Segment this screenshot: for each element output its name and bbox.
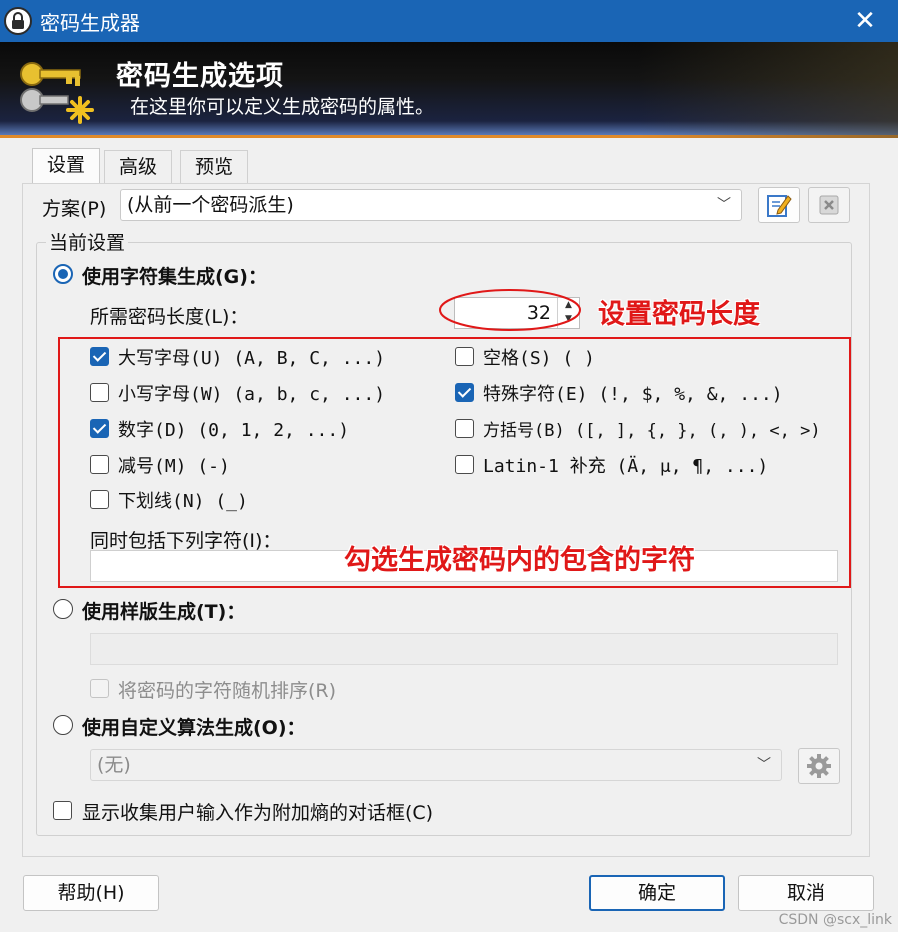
window-title: 密码生成器 — [40, 10, 140, 35]
chevron-down-icon: ﹀ — [717, 197, 731, 213]
entropy-checkbox[interactable] — [53, 801, 72, 820]
algorithm-settings-button[interactable] — [798, 748, 840, 784]
profile-label: 方案(P) — [42, 198, 107, 220]
chevron-down-icon: ﹀ — [757, 757, 771, 773]
tab-settings[interactable]: 设置 — [32, 148, 101, 184]
keys-icon — [18, 60, 96, 124]
profile-dropdown[interactable]: (从前一个密码派生) ﹀ — [120, 189, 742, 221]
banner-heading: 密码生成选项 — [116, 61, 284, 92]
title-bar: 密码生成器 ✕ — [0, 0, 898, 42]
help-button[interactable]: 帮助(H) — [23, 875, 159, 911]
banner-glow — [638, 42, 898, 138]
delete-icon — [819, 195, 839, 215]
permute-checkbox[interactable] — [90, 679, 109, 698]
banner-subtitle: 在这里你可以定义生成密码的属性。 — [130, 96, 435, 118]
current-settings-label: 当前设置 — [46, 228, 129, 255]
length-label: 所需密码长度(L)： — [90, 306, 249, 328]
watermark: CSDN @scx_link — [778, 912, 892, 928]
header-banner: 密码生成选项 在这里你可以定义生成密码的属性。 — [0, 42, 898, 138]
custom-mode-label: 使用自定义算法生成(O)： — [82, 717, 306, 739]
charset-annotation: 勾选生成密码内的包含的字符 — [344, 545, 695, 576]
length-annotation: 设置密码长度 — [598, 299, 760, 330]
permute-label: 将密码的字符随机排序(R) — [118, 680, 337, 702]
profile-value: (从前一个密码派生) — [127, 194, 294, 216]
cancel-button[interactable]: 取消 — [738, 875, 874, 911]
pattern-mode-label: 使用样版生成(T)： — [82, 601, 246, 623]
pattern-mode-radio[interactable] — [53, 599, 73, 619]
edit-icon — [767, 195, 792, 217]
lock-icon — [4, 7, 32, 35]
close-button[interactable]: ✕ — [850, 6, 880, 36]
charset-mode-label: 使用字符集生成(G)： — [82, 266, 267, 288]
entropy-label: 显示收集用户输入作为附加熵的对话框(C) — [82, 802, 434, 824]
algorithm-value: (无) — [97, 754, 131, 776]
delete-profile-button[interactable] — [808, 187, 850, 223]
custom-mode-radio[interactable] — [53, 715, 73, 735]
tab-preview[interactable]: 预览 — [180, 150, 249, 184]
tab-advanced[interactable]: 高级 — [104, 150, 173, 184]
charset-mode-radio[interactable] — [53, 264, 73, 284]
ok-button[interactable]: 确定 — [589, 875, 725, 911]
algorithm-dropdown[interactable]: (无) ﹀ — [90, 749, 782, 781]
edit-profile-button[interactable] — [758, 187, 800, 223]
pattern-input[interactable] — [90, 633, 838, 665]
gear-icon — [807, 754, 831, 778]
length-highlight-ellipse — [439, 289, 581, 331]
